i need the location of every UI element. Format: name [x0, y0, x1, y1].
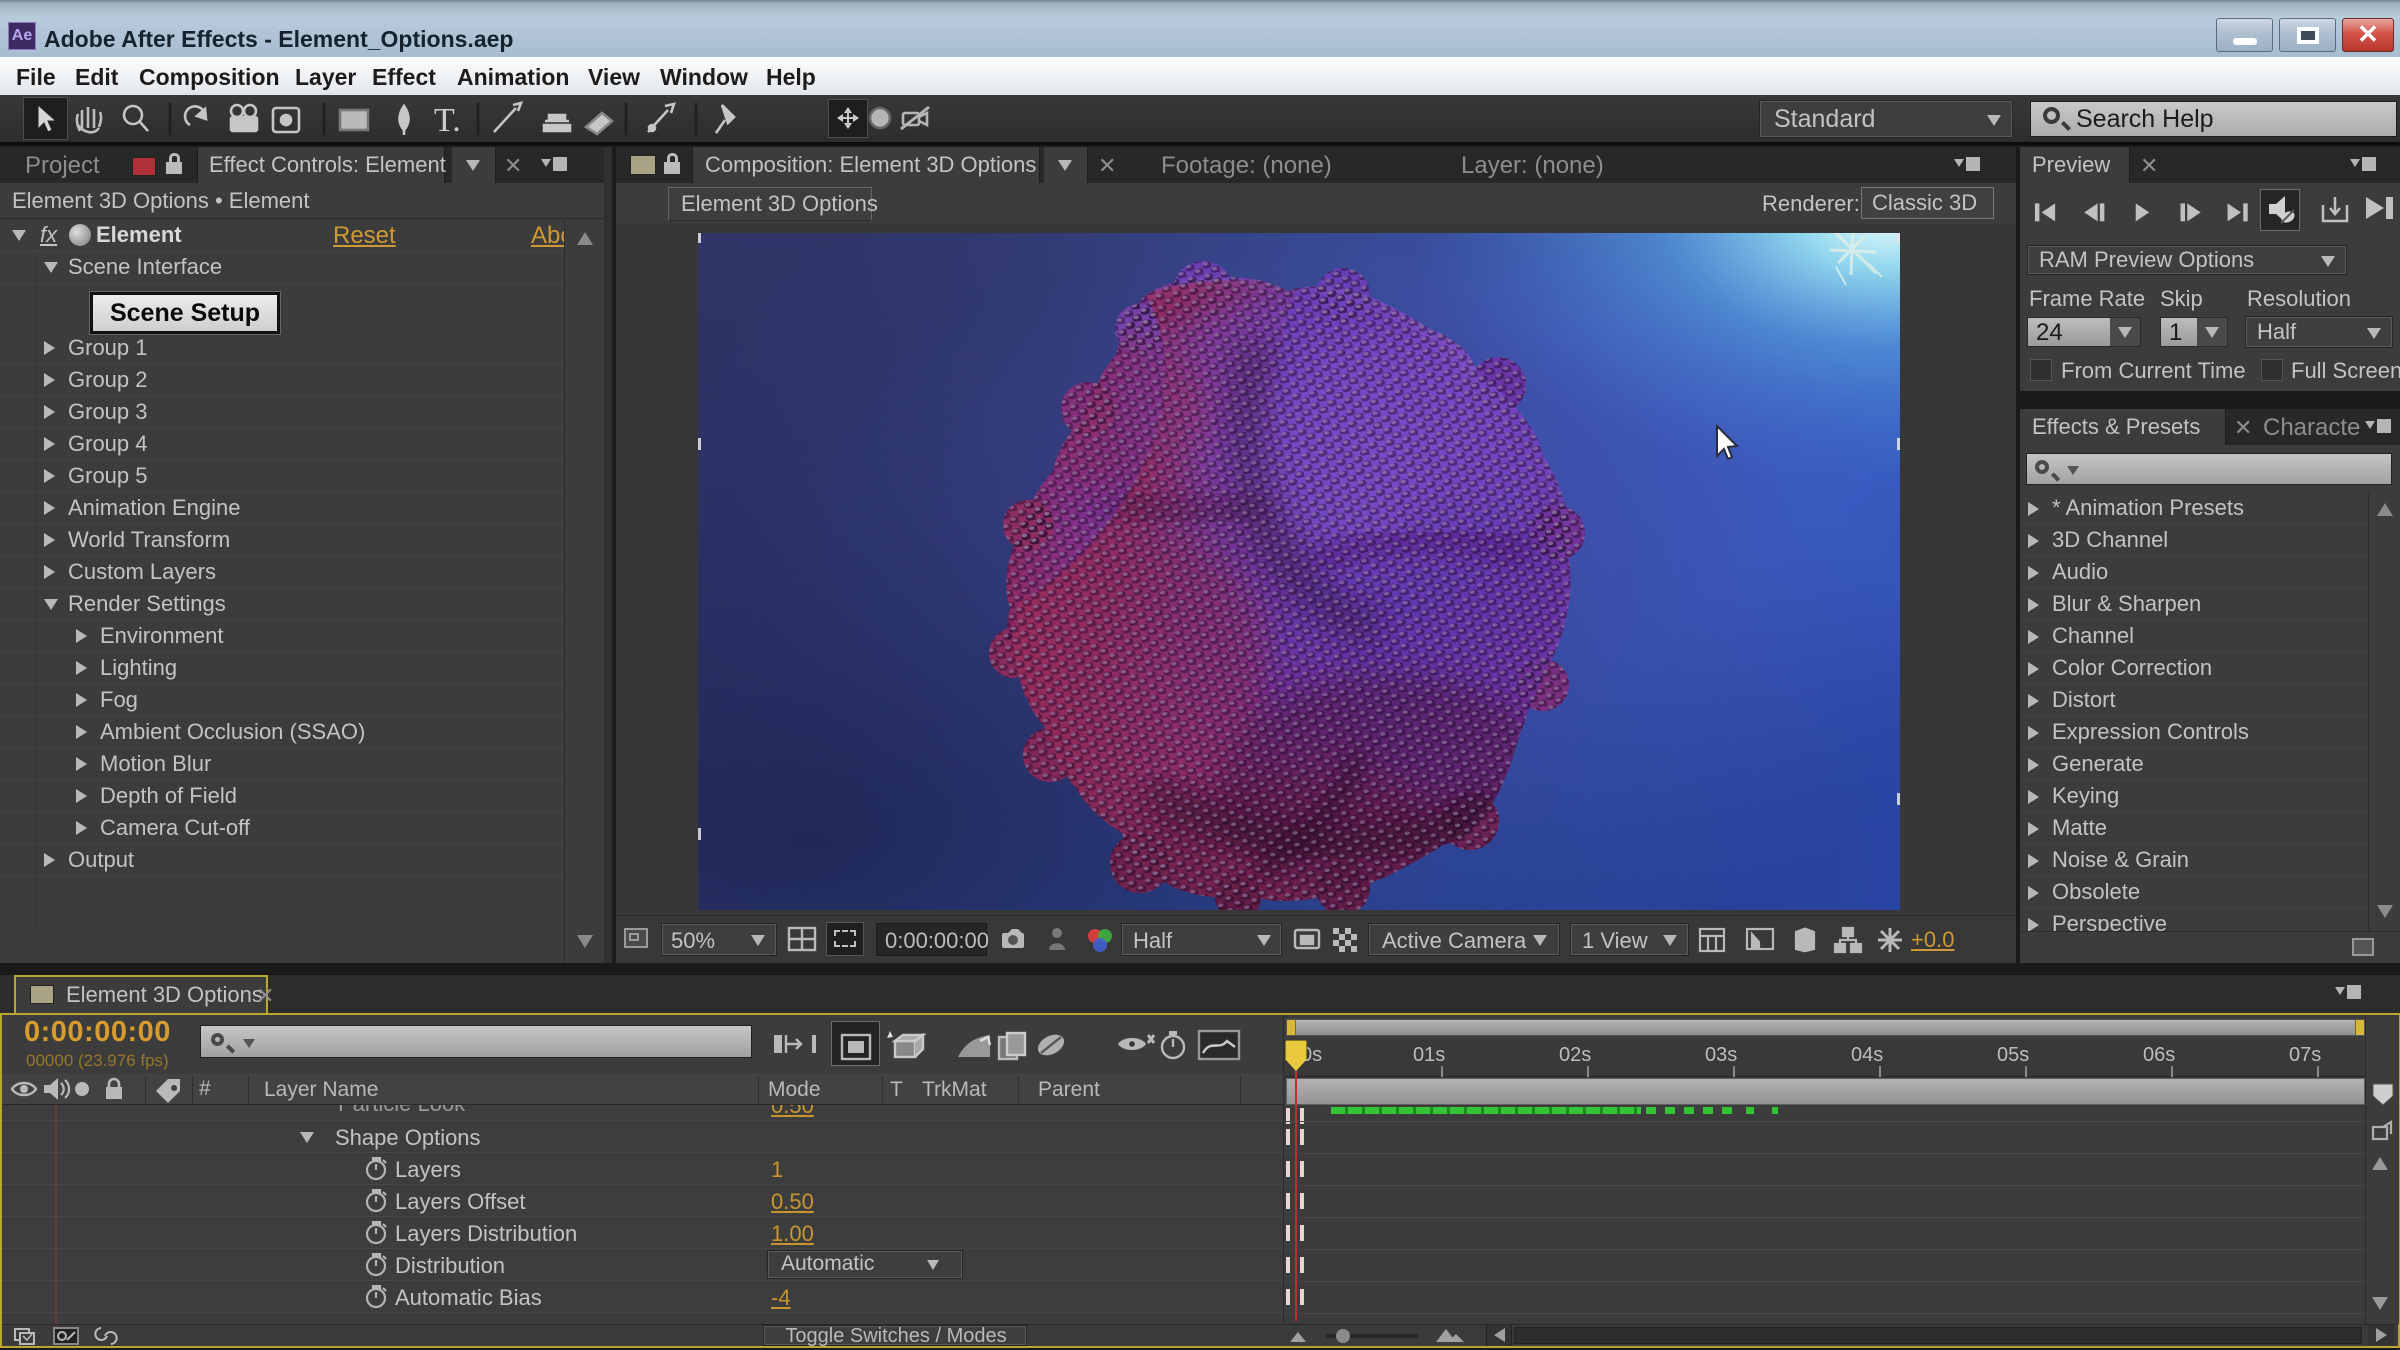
svg-text:T.: T.	[434, 102, 461, 139]
